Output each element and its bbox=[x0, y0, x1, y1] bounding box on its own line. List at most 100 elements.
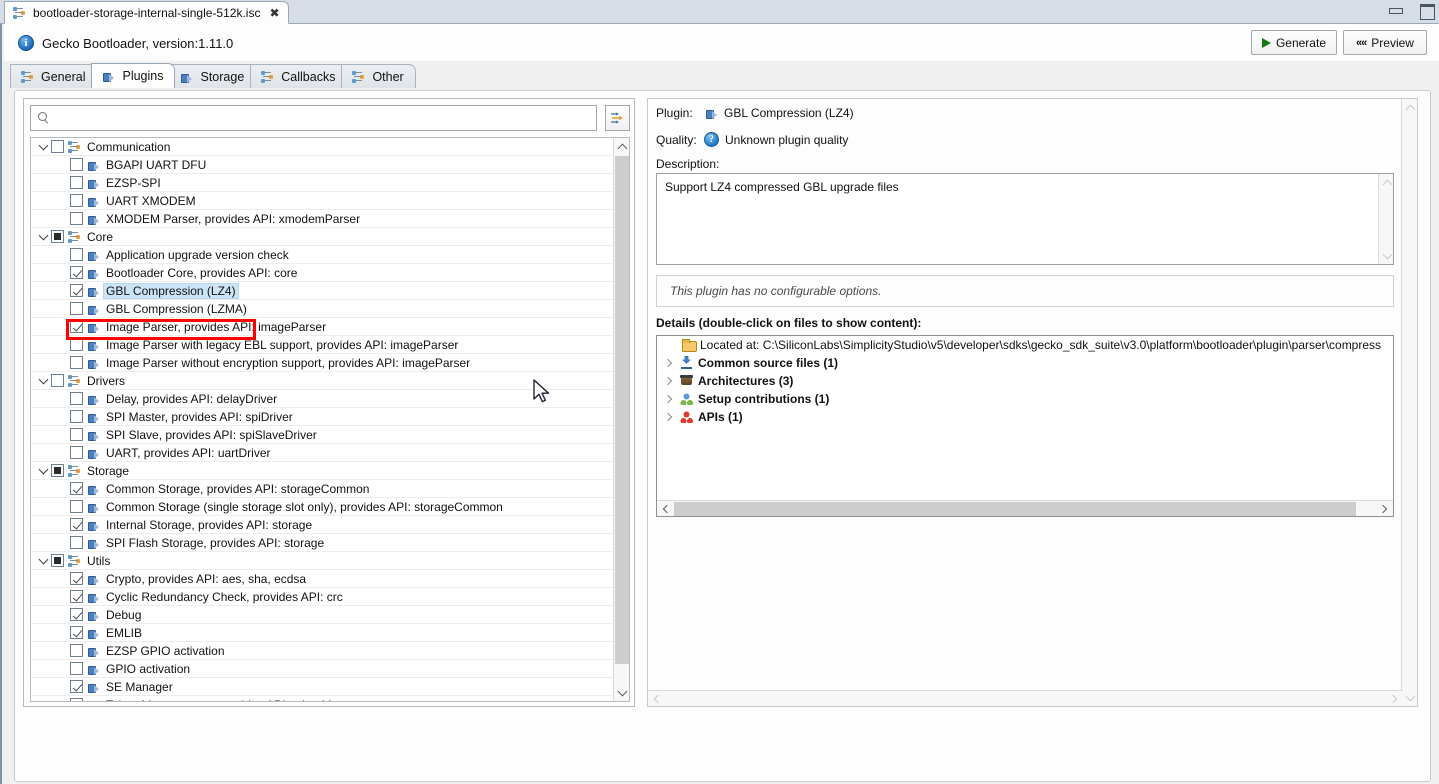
tree-row-checkbox[interactable] bbox=[70, 284, 83, 297]
tree-row[interactable]: UART XMODEM bbox=[31, 192, 614, 210]
tree-row[interactable]: Core bbox=[31, 228, 614, 246]
tree-row[interactable]: EZSP GPIO activation bbox=[31, 642, 614, 660]
scroll-right-icon[interactable] bbox=[1376, 501, 1393, 516]
tab-callbacks[interactable]: Callbacks bbox=[250, 64, 348, 88]
details-horizontal-scrollbar[interactable] bbox=[657, 500, 1393, 516]
search-box[interactable] bbox=[30, 105, 597, 131]
tree-row-checkbox[interactable] bbox=[70, 698, 83, 701]
generate-button[interactable]: Generate bbox=[1250, 30, 1337, 55]
tree-row[interactable]: Bootloader Core, provides API: core bbox=[31, 264, 614, 282]
chevron-right-icon[interactable] bbox=[665, 414, 679, 420]
chevron-right-icon[interactable] bbox=[665, 360, 679, 366]
tree-vertical-scrollbar[interactable] bbox=[613, 138, 629, 701]
tree-row-checkbox[interactable] bbox=[70, 158, 83, 171]
tree-row[interactable]: Common Storage, provides API: storageCom… bbox=[31, 480, 614, 498]
tree-row[interactable]: Crypto, provides API: aes, sha, ecdsa bbox=[31, 570, 614, 588]
tree-row-checkbox[interactable] bbox=[70, 320, 83, 333]
tree-row-checkbox[interactable] bbox=[70, 500, 83, 513]
tree-row[interactable]: Storage bbox=[31, 462, 614, 480]
tree-row-checkbox[interactable] bbox=[51, 374, 64, 387]
tree-row[interactable]: SPI Flash Storage, provides API: storage bbox=[31, 534, 614, 552]
tree-row-checkbox[interactable] bbox=[70, 518, 83, 531]
tab-other[interactable]: Other bbox=[341, 64, 416, 88]
details-row[interactable]: Common source files (1) bbox=[657, 354, 1393, 372]
chevron-right-icon[interactable] bbox=[665, 378, 679, 384]
tree-row-checkbox[interactable] bbox=[70, 608, 83, 621]
chevron-down-icon[interactable] bbox=[35, 469, 51, 473]
details-pane-vertical-scrollbar[interactable] bbox=[1401, 99, 1417, 706]
tree-row-checkbox[interactable] bbox=[70, 410, 83, 423]
chevron-down-icon[interactable] bbox=[35, 559, 51, 563]
tree-row-checkbox[interactable] bbox=[70, 644, 83, 657]
tree-row[interactable]: Delay, provides API: delayDriver bbox=[31, 390, 614, 408]
tab-general[interactable]: General bbox=[10, 64, 98, 88]
tree-row[interactable]: Communication bbox=[31, 138, 614, 156]
tree-row-checkbox[interactable] bbox=[70, 446, 83, 459]
scroll-up-icon[interactable] bbox=[1402, 99, 1418, 116]
scroll-down-icon[interactable] bbox=[1402, 689, 1418, 706]
tree-row-checkbox[interactable] bbox=[70, 428, 83, 441]
description-vertical-scrollbar[interactable] bbox=[1378, 174, 1393, 264]
close-icon[interactable]: ✖ bbox=[269, 7, 279, 19]
tree-row-checkbox[interactable] bbox=[70, 212, 83, 225]
chevron-down-icon[interactable] bbox=[35, 235, 51, 239]
tree-row[interactable]: EZSP-SPI bbox=[31, 174, 614, 192]
tree-row[interactable]: GBL Compression (LZMA) bbox=[31, 300, 614, 318]
tree-row[interactable]: Utils bbox=[31, 552, 614, 570]
tree-row[interactable]: XMODEM Parser, provides API: xmodemParse… bbox=[31, 210, 614, 228]
tree-row[interactable]: EMLIB bbox=[31, 624, 614, 642]
chevron-right-icon[interactable] bbox=[665, 396, 679, 402]
scroll-down-icon[interactable] bbox=[614, 684, 629, 701]
tree-row-checkbox[interactable] bbox=[70, 266, 83, 279]
tree-row-checkbox[interactable] bbox=[51, 554, 64, 567]
tree-row[interactable]: Image Parser without encryption support,… bbox=[31, 354, 614, 372]
tree-row[interactable]: BGAPI UART DFU bbox=[31, 156, 614, 174]
filter-presentation-button[interactable] bbox=[605, 105, 630, 131]
tree-row[interactable]: Common Storage (single storage slot only… bbox=[31, 498, 614, 516]
tree-row[interactable]: Drivers bbox=[31, 372, 614, 390]
tree-row-checkbox[interactable] bbox=[70, 536, 83, 549]
tree-row-checkbox[interactable] bbox=[70, 176, 83, 189]
description-box[interactable]: Support LZ4 compressed GBL upgrade files bbox=[656, 173, 1394, 265]
search-input[interactable] bbox=[55, 110, 585, 126]
tree-row-checkbox[interactable] bbox=[70, 680, 83, 693]
tree-row-checkbox[interactable] bbox=[70, 662, 83, 675]
tree-row[interactable]: UART, provides API: uartDriver bbox=[31, 444, 614, 462]
tree-row-checkbox[interactable] bbox=[70, 356, 83, 369]
details-pane-horizontal-scrollbar[interactable] bbox=[648, 690, 1403, 706]
tab-plugins[interactable]: Plugins bbox=[91, 63, 176, 88]
tree-row[interactable]: Image Parser, provides API: imageParser bbox=[31, 318, 614, 336]
tree-row[interactable]: Application upgrade version check bbox=[31, 246, 614, 264]
chevron-down-icon[interactable] bbox=[35, 379, 51, 383]
tree-row[interactable]: Cyclic Redundancy Check, provides API: c… bbox=[31, 588, 614, 606]
tree-row[interactable]: SE Manager bbox=[31, 678, 614, 696]
editor-window-tab[interactable]: bootloader-storage-internal-single-512k.… bbox=[4, 1, 289, 24]
scroll-left-icon[interactable] bbox=[657, 501, 674, 516]
details-row[interactable]: Architectures (3) bbox=[657, 372, 1393, 390]
tree-row[interactable]: SPI Master, provides API: spiDriver bbox=[31, 408, 614, 426]
tree-row-checkbox[interactable] bbox=[70, 392, 83, 405]
tree-row[interactable]: Image Parser with legacy EBL support, pr… bbox=[31, 336, 614, 354]
details-scrollbar-thumb[interactable] bbox=[674, 502, 1356, 516]
tree-row-checkbox[interactable] bbox=[70, 302, 83, 315]
tree-row-checkbox[interactable] bbox=[51, 140, 64, 153]
tree-row-checkbox[interactable] bbox=[70, 572, 83, 585]
scroll-up-icon[interactable] bbox=[614, 138, 629, 155]
details-row[interactable]: APIs (1) bbox=[657, 408, 1393, 426]
chevron-down-icon[interactable] bbox=[35, 145, 51, 149]
tree-row-checkbox[interactable] bbox=[70, 338, 83, 351]
details-row[interactable]: Setup contributions (1) bbox=[657, 390, 1393, 408]
tree-row[interactable]: GBL Compression (LZ4) bbox=[31, 282, 614, 300]
tree-row-checkbox[interactable] bbox=[51, 464, 64, 477]
tree-row[interactable]: Internal Storage, provides API: storage bbox=[31, 516, 614, 534]
tree-row[interactable]: SPI Slave, provides API: spiSlaveDriver bbox=[31, 426, 614, 444]
scroll-right-icon[interactable] bbox=[1386, 691, 1403, 707]
tab-storage[interactable]: Storage bbox=[169, 64, 257, 88]
scroll-up-icon[interactable] bbox=[1379, 174, 1393, 191]
maximize-button[interactable] bbox=[1418, 3, 1435, 20]
tree-row-checkbox[interactable] bbox=[70, 590, 83, 603]
tree-scrollbar-thumb[interactable] bbox=[615, 156, 629, 664]
tree-row-checkbox[interactable] bbox=[51, 230, 64, 243]
tree-row[interactable]: GPIO activation bbox=[31, 660, 614, 678]
details-row[interactable]: Located at: C:\SiliconLabs\SimplicityStu… bbox=[657, 336, 1393, 354]
